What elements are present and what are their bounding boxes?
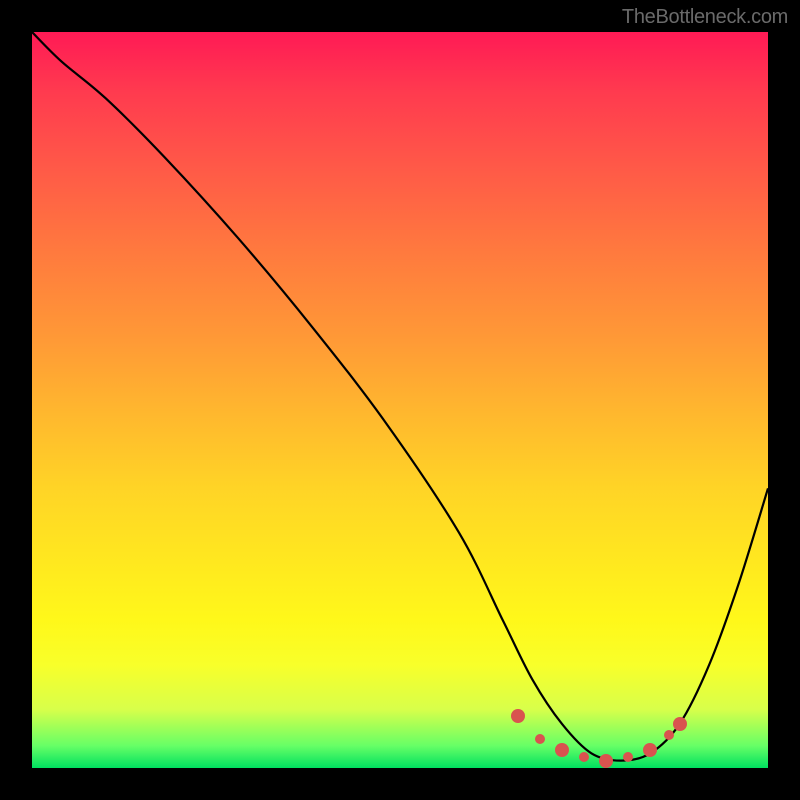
optimal-marker: [673, 717, 687, 731]
optimal-marker: [579, 752, 589, 762]
optimal-marker: [511, 709, 525, 723]
attribution-text: TheBottleneck.com: [622, 6, 788, 29]
optimal-marker: [599, 754, 613, 768]
optimal-marker: [664, 730, 674, 740]
optimal-marker: [555, 743, 569, 757]
chart-plot-area: [32, 32, 768, 768]
optimal-range-markers: [32, 32, 768, 768]
optimal-marker: [623, 752, 633, 762]
optimal-marker: [535, 734, 545, 744]
optimal-marker: [643, 743, 657, 757]
